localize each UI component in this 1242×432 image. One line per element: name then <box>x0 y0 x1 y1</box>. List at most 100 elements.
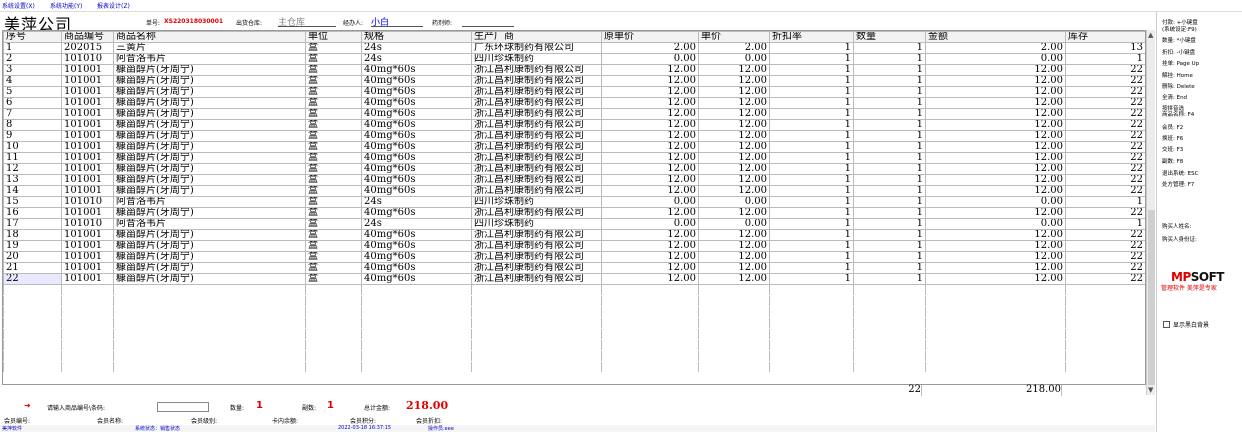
table-cell[interactable]: 22 <box>1065 75 1145 87</box>
table-cell[interactable]: 101001 <box>61 97 114 109</box>
table-cell[interactable]: 1 <box>853 273 926 285</box>
table-cell[interactable]: 四川珍珠制药 <box>471 196 602 208</box>
column-header[interactable]: 规格 <box>361 31 472 43</box>
table-cell[interactable]: 1 <box>769 240 854 252</box>
table-cell[interactable]: 糠甾醇片(牙周宁) <box>113 119 306 131</box>
table-cell[interactable]: 阿昔洛韦片 <box>113 53 306 65</box>
table-cell[interactable]: 12.00 <box>925 273 1066 285</box>
table-cell[interactable]: 13 <box>1065 42 1145 54</box>
table-cell[interactable]: 1 <box>853 174 926 186</box>
table-cell[interactable]: 1 <box>769 42 854 54</box>
table-cell[interactable]: 12.00 <box>601 141 699 153</box>
table-cell[interactable]: 9 <box>3 130 62 142</box>
table-cell[interactable]: 盒 <box>305 240 362 252</box>
table-cell[interactable]: 2.00 <box>698 42 770 54</box>
table-cell[interactable]: 22 <box>1065 207 1145 219</box>
table-cell[interactable]: 12.00 <box>601 185 699 197</box>
table-cell[interactable]: 12.00 <box>698 262 770 274</box>
table-cell[interactable]: 40mg*60s <box>361 273 472 285</box>
table-cell[interactable]: 22 <box>1065 141 1145 153</box>
table-cell[interactable]: 12.00 <box>925 152 1066 164</box>
table-cell[interactable]: 盒 <box>305 64 362 76</box>
table-cell[interactable]: 12.00 <box>925 130 1066 142</box>
table-cell[interactable]: 24s <box>361 196 472 208</box>
table-cell[interactable]: 40mg*60s <box>361 141 472 153</box>
table-cell[interactable]: 1 <box>769 218 854 230</box>
table-row[interactable]: 15 101010 阿昔洛韦片盒 24s 四川珍珠制药 0.00 0.00 1 1 0.00 1 <box>3 196 1145 208</box>
sales-grid[interactable]: 序号 商品编号 商品名称 单位 规格 生产厂商 原单价 单价 折扣率 数量 金额 库存 1 202015… <box>2 30 1146 395</box>
table-cell[interactable]: 1 <box>853 130 926 142</box>
table-cell[interactable]: 阿昔洛韦片 <box>113 218 306 230</box>
table-cell[interactable]: 浙江昌利康制药有限公司 <box>471 273 602 285</box>
column-header[interactable]: 数量 <box>853 31 926 43</box>
table-cell[interactable]: 盒 <box>305 130 362 142</box>
table-cell[interactable]: 糠甾醇片(牙周宁) <box>113 130 306 142</box>
table-cell[interactable]: 12.00 <box>601 251 699 263</box>
table-cell[interactable]: 糠甾醇片(牙周宁) <box>113 163 306 175</box>
table-cell[interactable]: 21 <box>3 262 62 274</box>
table-cell[interactable]: 糠甾醇片(牙周宁) <box>113 86 306 98</box>
table-cell[interactable]: 浙江昌利康制药有限公司 <box>471 86 602 98</box>
column-header[interactable]: 序号 <box>3 31 62 43</box>
table-cell[interactable]: 12.00 <box>698 273 770 285</box>
table-cell[interactable]: 糠甾醇片(牙周宁) <box>113 174 306 186</box>
table-cell[interactable]: 盒 <box>305 86 362 98</box>
table-cell[interactable]: 糠甾醇片(牙周宁) <box>113 273 306 285</box>
table-cell[interactable]: 浙江昌利康制药有限公司 <box>471 108 602 120</box>
table-cell[interactable]: 40mg*60s <box>361 240 472 252</box>
table-cell[interactable]: 盒 <box>305 163 362 175</box>
table-cell[interactable]: 盒 <box>305 119 362 131</box>
table-cell[interactable]: 22 <box>1065 185 1145 197</box>
table-cell[interactable]: 0.00 <box>601 218 699 230</box>
table-cell[interactable]: 0.00 <box>698 218 770 230</box>
table-cell[interactable]: 202015 <box>61 42 114 54</box>
table-cell[interactable]: 盒 <box>305 251 362 263</box>
table-row[interactable]: 3 101001 糠甾醇片(牙周宁) 盒 40mg*60s 浙江昌利康制药有限公司 12.0… <box>3 64 1145 76</box>
scroll-up-icon[interactable]: ▲ <box>1148 31 1153 39</box>
table-cell[interactable]: 12.00 <box>601 152 699 164</box>
table-cell[interactable]: 12.00 <box>925 64 1066 76</box>
table-cell[interactable]: 13 <box>3 174 62 186</box>
column-header[interactable]: 原单价 <box>601 31 699 43</box>
table-cell[interactable]: 1 <box>853 185 926 197</box>
table-cell[interactable]: 101001 <box>61 141 114 153</box>
table-cell[interactable]: 盒 <box>305 218 362 230</box>
table-cell[interactable]: 22 <box>1065 64 1145 76</box>
column-header[interactable]: 金额 <box>925 31 1066 43</box>
table-row[interactable]: 14 101001 糠甾醇片(牙周宁) 盒 40mg*60s 浙江昌利康制药有限公司 12.… <box>3 185 1145 197</box>
table-cell[interactable]: 40mg*60s <box>361 75 472 87</box>
table-cell[interactable]: 1 <box>853 97 926 109</box>
table-cell[interactable]: 101001 <box>61 229 114 241</box>
table-row[interactable]: 8 101001 糠甾醇片(牙周宁) 盒 40mg*60s 浙江昌利康制药有限公司 12.0… <box>3 119 1145 131</box>
table-cell[interactable]: 三黄片 <box>113 42 306 54</box>
table-row[interactable]: 2 101010 阿昔洛韦片盒 24s 四川珍珠制药 0.00 0.00 1 1 0.00 1 <box>3 53 1145 65</box>
table-cell[interactable]: 浙江昌利康制药有限公司 <box>471 262 602 274</box>
table-cell[interactable]: 12.00 <box>698 163 770 175</box>
table-cell[interactable]: 12.00 <box>925 240 1066 252</box>
table-cell[interactable]: 22 <box>1065 86 1145 98</box>
table-cell[interactable]: 1 <box>853 229 926 241</box>
table-cell[interactable]: 1 <box>769 185 854 197</box>
table-cell[interactable]: 盒 <box>305 229 362 241</box>
table-row[interactable]: 11 101001 糠甾醇片(牙周宁) 盒 40mg*60s 浙江昌利康制药有限公司 12.… <box>3 152 1145 164</box>
table-cell[interactable]: 22 <box>1065 262 1145 274</box>
table-cell[interactable]: 浙江昌利康制药有限公司 <box>471 163 602 175</box>
table-cell[interactable]: 1 <box>1065 53 1145 65</box>
pharmacist-select[interactable] <box>462 15 514 27</box>
table-cell[interactable]: 盒 <box>305 273 362 285</box>
table-cell[interactable]: 1 <box>769 86 854 98</box>
table-cell[interactable]: 40mg*60s <box>361 185 472 197</box>
table-cell[interactable]: 101001 <box>61 130 114 142</box>
table-cell[interactable]: 糠甾醇片(牙周宁) <box>113 75 306 87</box>
table-row[interactable]: 22 101001 糠甾醇片(牙周宁) 盒 40mg*60s 浙江昌利康制药有限公司 12.… <box>3 273 1145 285</box>
table-cell[interactable]: 1 <box>769 207 854 219</box>
table-cell[interactable]: 19 <box>3 240 62 252</box>
table-row[interactable]: 1 202015 三黄片盒 24s 广东环球制药有限公司 2.00 2.00 1 1 2.00 13 <box>3 42 1145 54</box>
table-cell[interactable]: 12.00 <box>698 251 770 263</box>
table-cell[interactable]: 浙江昌利康制药有限公司 <box>471 152 602 164</box>
table-cell[interactable]: 40mg*60s <box>361 108 472 120</box>
table-cell[interactable]: 12.00 <box>601 163 699 175</box>
table-cell[interactable]: 40mg*60s <box>361 163 472 175</box>
table-cell[interactable]: 盒 <box>305 108 362 120</box>
table-cell[interactable]: 1 <box>853 53 926 65</box>
